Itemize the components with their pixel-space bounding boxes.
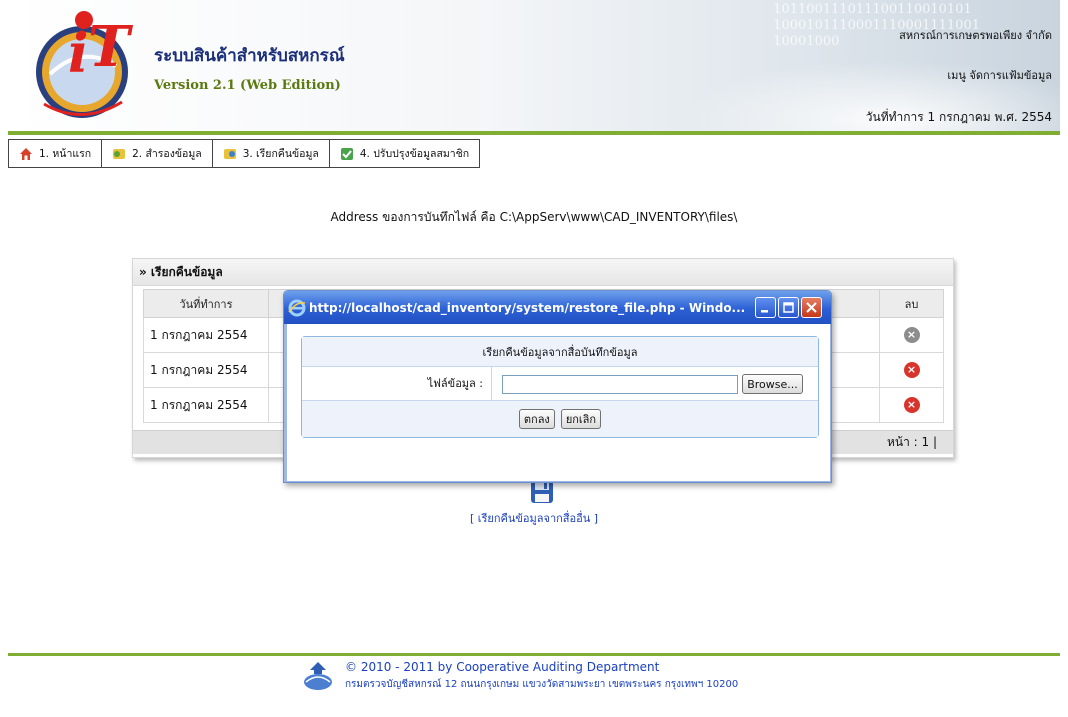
browse-button[interactable]: Browse... [742,374,803,394]
maximize-icon [783,302,794,313]
column-header-date: วันที่ทำการ [143,289,269,318]
file-management-menu-link[interactable]: เมนู จัดการแฟ้มข้อมูล [947,66,1052,84]
app-title: ระบบสินค้าสำหรับสหกรณ์ [154,46,345,66]
dialog-title: เรียกคืนข้อมูลจากสื่อบันทึกข้อมูล [302,337,818,367]
app-header: 101100111011100110010101 1000101110001110… [8,0,1060,131]
restore-dialog: เรียกคืนข้อมูลจากสื่อบันทึกข้อมูล ไฟล์ข้… [301,336,819,438]
footer-copyright: © 2010 - 2011 by Cooperative Auditing De… [345,660,660,674]
nav-item-label: 4. ปรับปรุงข้อมูลสมาชิก [359,148,470,160]
restore-icon [223,148,236,159]
backup-icon [113,148,126,159]
footer-address: กรมตรวจบัญชีสหกรณ์ 12 ถนนกรุงเกษม แขวงวั… [345,679,739,690]
file-row: ไฟล์ข้อมูล : Browse... [302,367,818,401]
page-indicator[interactable]: หน้า : 1 | [887,433,937,452]
row-date: 1 กรกฎาคม 2554 [143,387,269,423]
nav-item-update-members[interactable]: 4. ปรับปรุงข้อมูลสมาชิก [330,140,479,167]
svg-text:T: T [88,14,134,80]
delete-icon[interactable]: × [903,362,920,378]
popup-titlebar[interactable]: http://localhost/cad_inventory/system/re… [284,291,831,324]
work-date: วันที่ทำการ 1 กรกฎาคม พ.ศ. 2554 [865,110,1052,124]
cancel-button[interactable]: ยกเลิก [560,409,602,429]
close-button[interactable] [801,297,822,318]
delete-disabled-icon: × [903,327,920,343]
nav-item-label: 2. สำรองข้อมูล [132,148,202,160]
minimize-icon [761,310,768,313]
file-save-address: Address ของการบันทึกไฟล์ คือ C:\AppServ\… [330,210,738,224]
dialog-actions: ตกลง ยกเลิก [302,401,818,437]
department-emblem-icon [304,662,332,690]
nav-item-label: 3. เรียกคืนข้อมูล [242,148,319,160]
cooperative-name: สหกรณ์การเกษตรพอเพียง จำกัด [899,29,1052,42]
update-members-icon [340,147,353,160]
svg-text:i: i [68,21,89,85]
ok-button[interactable]: ตกลง [518,409,555,429]
home-icon [20,147,32,160]
restore-file-popup-window: http://localhost/cad_inventory/system/re… [283,290,832,483]
nav-item-label: 1. หน้าแรก [39,148,92,160]
delete-icon[interactable]: × [903,397,920,413]
panel-title: » เรียกคืนข้อมูล [133,259,953,286]
close-icon [806,302,817,313]
row-date: 1 กรกฎาคม 2554 [143,352,269,388]
popup-window-title: http://localhost/cad_inventory/system/re… [309,300,746,315]
nav-item-home[interactable]: 1. หน้าแรก [9,140,103,167]
file-path-input[interactable] [502,375,738,394]
popup-body: เรียกคืนข้อมูลจากสื่อบันทึกข้อมูล ไฟล์ข้… [284,324,831,482]
maximize-button[interactable] [778,297,799,318]
file-label: ไฟล์ข้อมูล : [302,367,492,401]
app-version: Version 2.1 (Web Edition) [154,78,341,93]
main-nav: 1. หน้าแรก 2. สำรองข้อมูล 3. เรียกคืนข้อ… [8,139,481,168]
binary-pattern-line: 101100111011100110010101 [773,2,972,17]
header-divider [8,131,1060,135]
minimize-button[interactable] [755,297,776,318]
internet-explorer-icon [288,299,306,316]
nav-item-backup[interactable]: 2. สำรองข้อมูล [102,140,213,167]
row-date: 1 กรกฎาคม 2554 [143,317,269,353]
restore-from-other-media-link[interactable]: [ เรียกคืนข้อมูลจากสื่ออื่น ] [0,509,1068,527]
it-fas-logo: i T [36,11,134,118]
footer-divider [8,653,1060,656]
floppy-disk-icon[interactable] [530,480,554,504]
nav-item-restore[interactable]: 3. เรียกคืนข้อมูล [213,140,330,167]
column-header-delete: ลบ [879,289,944,318]
